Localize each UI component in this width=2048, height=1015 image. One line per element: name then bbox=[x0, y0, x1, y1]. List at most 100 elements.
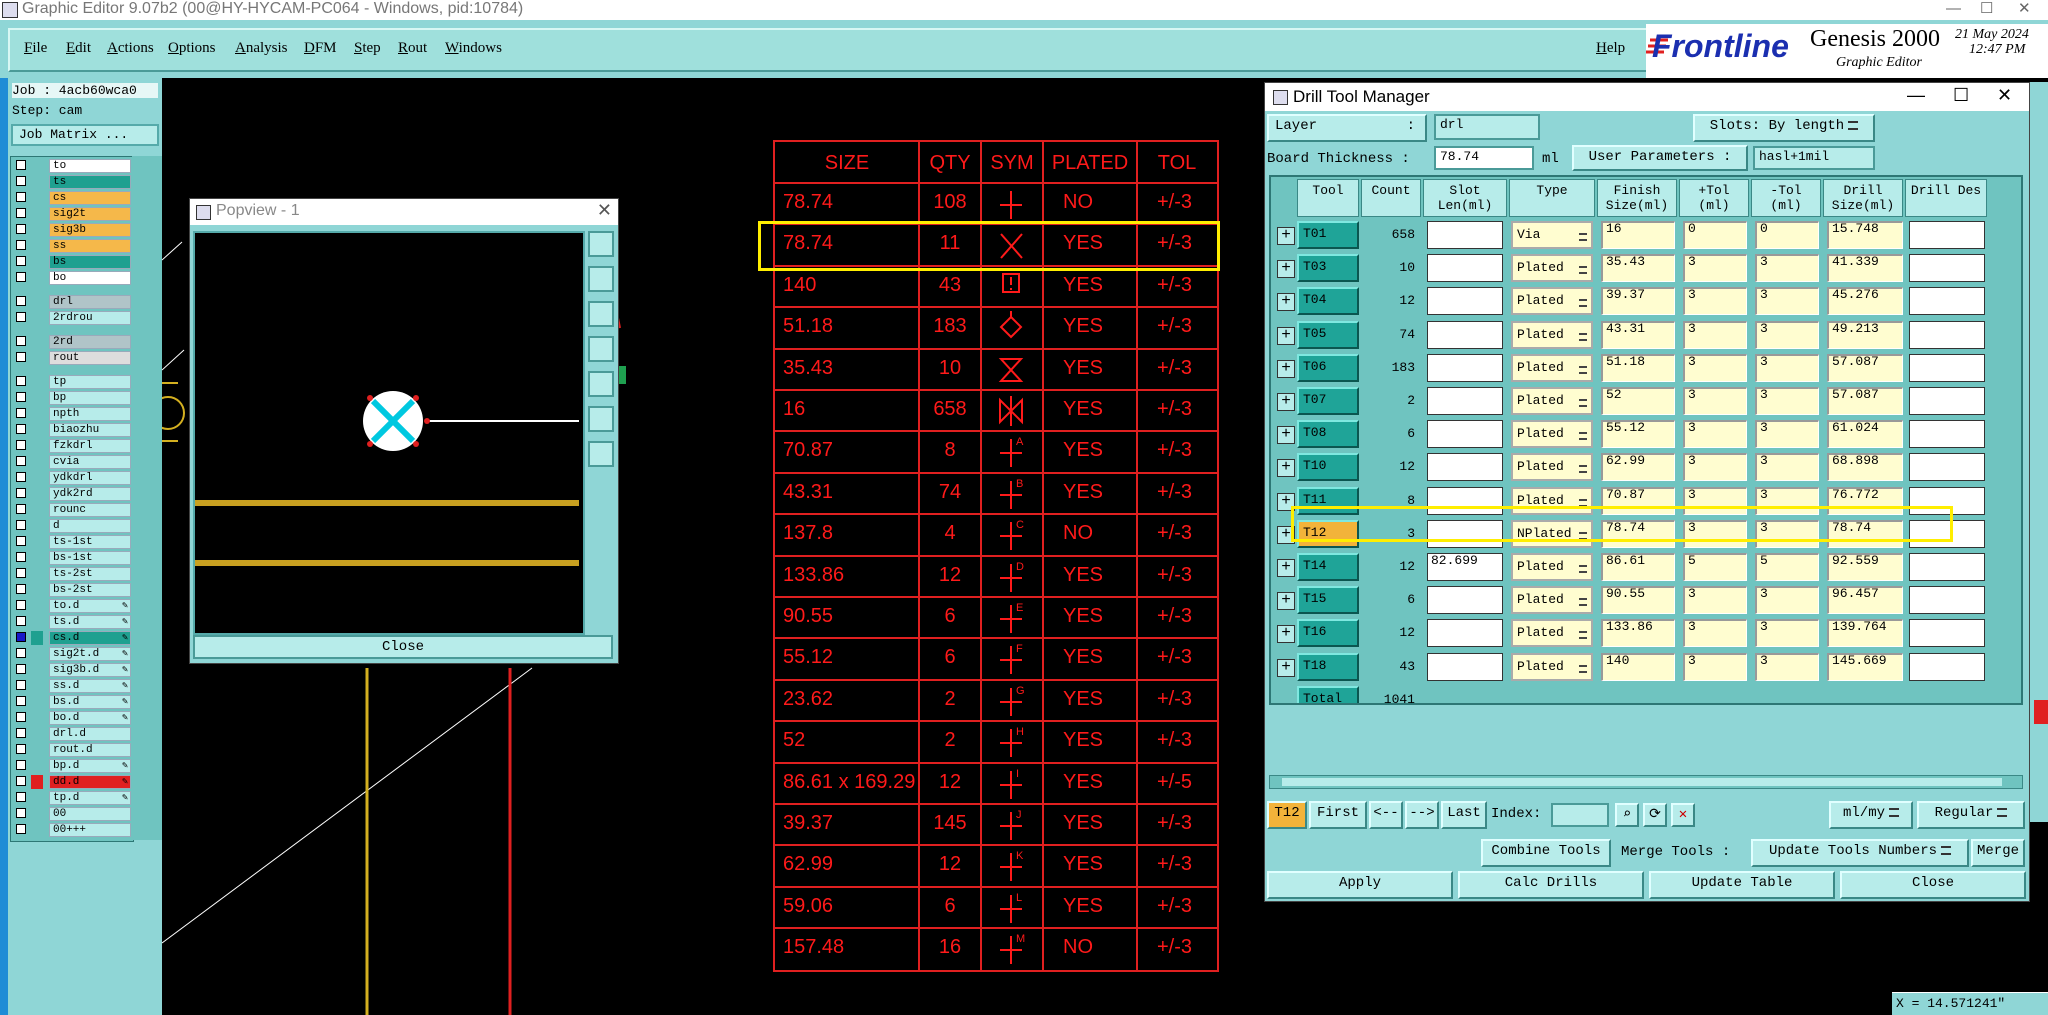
layer-row[interactable]: sig2t.d ✎ bbox=[11, 647, 133, 661]
slot-length-input[interactable] bbox=[1427, 387, 1503, 415]
expand-row-icon[interactable]: + bbox=[1277, 227, 1295, 245]
layer-name[interactable]: drl bbox=[49, 295, 131, 309]
tool-row[interactable]: + T04 12 Plated 39.37 3 3 45.276 bbox=[1271, 285, 2021, 317]
layer-row[interactable]: bp bbox=[11, 391, 133, 405]
clear-icon[interactable]: ✕ bbox=[1671, 803, 1695, 827]
layer-checkbox[interactable] bbox=[16, 600, 26, 610]
expand-row-icon[interactable]: + bbox=[1277, 625, 1295, 644]
drill-des-input[interactable] bbox=[1909, 619, 1985, 648]
grid-column-header[interactable]: Drill Des bbox=[1905, 179, 1987, 217]
board-thickness-field[interactable]: 78.74 bbox=[1434, 146, 1534, 170]
menu-file[interactable]: File bbox=[24, 40, 47, 57]
tool-button[interactable]: T06 bbox=[1297, 353, 1359, 382]
layer-checkbox[interactable] bbox=[16, 584, 26, 594]
tool-button[interactable]: T05 bbox=[1297, 320, 1359, 349]
tool-row[interactable]: + T18 43 Plated 140 3 3 145.669 bbox=[1271, 651, 2021, 683]
layer-row[interactable]: bp.d ✎ bbox=[11, 759, 133, 773]
layer-name[interactable]: bp.d ✎ bbox=[49, 759, 131, 773]
calc-drills-button[interactable]: Calc Drills bbox=[1458, 871, 1644, 899]
type-dropdown[interactable]: Plated bbox=[1511, 387, 1593, 415]
layer-name[interactable]: bp bbox=[49, 391, 131, 405]
plus-tol-input[interactable]: 3 bbox=[1683, 619, 1747, 648]
finish-size-input[interactable]: 16 bbox=[1601, 221, 1675, 249]
scrollbar-thumb[interactable] bbox=[1282, 778, 2002, 786]
minus-tol-input[interactable]: 5 bbox=[1755, 553, 1819, 581]
drill-des-input[interactable] bbox=[1909, 353, 1985, 382]
layer-row[interactable]: cs.d ✎ bbox=[11, 631, 133, 645]
type-dropdown[interactable]: Plated bbox=[1511, 287, 1593, 316]
layer-name[interactable]: ss bbox=[49, 239, 131, 253]
layer-name[interactable]: drl.d bbox=[49, 727, 131, 741]
layer-dropdown[interactable]: Layer: bbox=[1267, 114, 1427, 142]
drill-size-input[interactable]: 68.898 bbox=[1827, 453, 1903, 482]
layer-name[interactable]: 00+++ bbox=[49, 823, 131, 837]
first-button[interactable]: First bbox=[1309, 801, 1367, 829]
tool-button[interactable]: T18 bbox=[1297, 652, 1359, 681]
layer-checkbox[interactable] bbox=[16, 256, 26, 266]
tool-button[interactable]: T08 bbox=[1297, 420, 1359, 449]
layer-name[interactable]: bo bbox=[49, 271, 131, 285]
drill-size-input[interactable]: 61.024 bbox=[1827, 420, 1903, 449]
expand-row-icon[interactable]: + bbox=[1277, 359, 1295, 378]
menu-step[interactable]: Step bbox=[354, 40, 381, 57]
plus-tol-input[interactable]: 0 bbox=[1683, 221, 1747, 249]
layer-name[interactable]: rout.d bbox=[49, 743, 131, 757]
plus-tol-input[interactable]: 3 bbox=[1683, 453, 1747, 482]
layer-name[interactable]: to bbox=[49, 159, 131, 173]
minimize-button[interactable]: — bbox=[1946, 0, 1961, 18]
layer-row[interactable]: to.d ✎ bbox=[11, 599, 133, 613]
tool-button[interactable]: T15 bbox=[1297, 586, 1359, 615]
layer-checkbox[interactable] bbox=[16, 472, 26, 482]
layer-row[interactable]: ts-1st bbox=[11, 535, 133, 549]
layer-checkbox[interactable] bbox=[16, 376, 26, 386]
layer-name[interactable]: ydk2rd bbox=[49, 487, 131, 501]
layer-row[interactable]: 2rd bbox=[11, 335, 133, 349]
update-tools-numbers-dropdown[interactable]: Update Tools Numbers bbox=[1751, 839, 1969, 867]
layer-checkbox[interactable] bbox=[16, 160, 26, 170]
finish-size-input[interactable]: 43.31 bbox=[1601, 320, 1675, 349]
layer-checkbox[interactable] bbox=[16, 728, 26, 738]
layer-checkbox[interactable] bbox=[16, 424, 26, 434]
expand-row-icon[interactable]: + bbox=[1277, 658, 1295, 677]
slot-length-input[interactable] bbox=[1427, 652, 1503, 681]
minus-tol-input[interactable]: 3 bbox=[1755, 320, 1819, 349]
refresh-icon[interactable]: ⟳ bbox=[1643, 803, 1667, 827]
layer-row[interactable]: ss.d ✎ bbox=[11, 679, 133, 693]
layer-checkbox[interactable] bbox=[16, 568, 26, 578]
zoom-home-icon[interactable] bbox=[588, 441, 614, 467]
expand-row-icon[interactable]: + bbox=[1277, 293, 1295, 312]
layer-checkbox[interactable] bbox=[16, 192, 26, 202]
popview-title-bar[interactable]: Popview - 1 ✕ bbox=[190, 199, 618, 225]
drill-size-input[interactable]: 41.339 bbox=[1827, 254, 1903, 283]
maximize-button[interactable]: ☐ bbox=[1980, 0, 1993, 18]
pan-left-icon[interactable] bbox=[588, 336, 614, 362]
drill-size-input[interactable]: 96.457 bbox=[1827, 586, 1903, 615]
layer-row[interactable]: rounc bbox=[11, 503, 133, 517]
drill-des-input[interactable] bbox=[1909, 254, 1985, 283]
tool-row[interactable]: + T03 10 Plated 35.43 3 3 41.339 bbox=[1271, 252, 2021, 284]
zoom-out-icon[interactable] bbox=[588, 301, 614, 327]
layer-name[interactable]: ts-1st bbox=[49, 535, 131, 549]
drill-size-input[interactable]: 57.087 bbox=[1827, 387, 1903, 415]
type-dropdown[interactable]: Plated bbox=[1511, 652, 1593, 681]
expand-row-icon[interactable]: + bbox=[1277, 326, 1295, 345]
drill-des-input[interactable] bbox=[1909, 652, 1985, 681]
slot-length-input[interactable] bbox=[1427, 619, 1503, 648]
drill-size-input[interactable]: 139.764 bbox=[1827, 619, 1903, 648]
slot-length-input[interactable] bbox=[1427, 254, 1503, 283]
job-matrix-button[interactable]: Job Matrix ... bbox=[11, 124, 159, 146]
user-parameters-button[interactable]: User Parameters : bbox=[1572, 145, 1748, 171]
tool-row[interactable]: + T16 12 Plated 133.86 3 3 139.764 bbox=[1271, 617, 2021, 649]
window-title-bar[interactable]: Graphic Editor 9.07b2 (00@HY-HYCAM-PC064… bbox=[0, 0, 2048, 20]
zoom-in-icon[interactable] bbox=[588, 266, 614, 292]
dtm-close-icon[interactable]: ✕ bbox=[1997, 85, 2012, 106]
layer-checkbox[interactable] bbox=[16, 648, 26, 658]
layer-name[interactable]: rout bbox=[49, 351, 131, 365]
layer-checkbox[interactable] bbox=[16, 552, 26, 562]
layer-checkbox[interactable] bbox=[16, 664, 26, 674]
layer-name[interactable]: ss.d ✎ bbox=[49, 679, 131, 693]
layer-name[interactable]: bo.d ✎ bbox=[49, 711, 131, 725]
search-icon[interactable]: ⌕ bbox=[1615, 803, 1639, 827]
layer-checkbox[interactable] bbox=[16, 440, 26, 450]
pan-right-icon[interactable] bbox=[588, 371, 614, 397]
